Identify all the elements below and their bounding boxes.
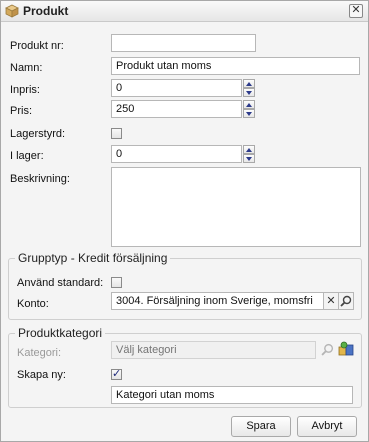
pris-label: Pris:: [10, 105, 32, 117]
inpris-decrement-icon[interactable]: [243, 88, 255, 97]
i-lager-decrement-icon[interactable]: [243, 154, 255, 163]
inpris-stepper[interactable]: [243, 79, 255, 97]
skapa-ny-checkbox[interactable]: [111, 367, 122, 380]
lagerstyrd-label: Lagerstyrd:: [10, 128, 66, 140]
pris-input[interactable]: [111, 100, 242, 118]
inpris-increment-icon[interactable]: [243, 79, 255, 88]
dialog-titlebar[interactable]: Produkt ✕: [1, 1, 368, 22]
produkt-nr-label: Produkt nr:: [10, 40, 64, 52]
namn-input[interactable]: [111, 57, 360, 75]
pris-increment-icon[interactable]: [243, 100, 255, 109]
konto-input[interactable]: [111, 292, 324, 310]
lagerstyrd-checkbox[interactable]: [111, 128, 122, 139]
namn-label: Namn:: [10, 62, 43, 74]
pris-stepper[interactable]: [243, 100, 255, 118]
konto-search-icon[interactable]: [338, 292, 354, 310]
box-icon: [5, 4, 19, 18]
pris-decrement-icon[interactable]: [243, 109, 255, 118]
i-lager-stepper[interactable]: [243, 145, 255, 163]
anvand-standard-label: Använd standard:: [17, 277, 104, 289]
produktkategori-legend: Produktkategori: [15, 326, 106, 340]
save-button[interactable]: Spara: [231, 416, 291, 437]
inpris-input[interactable]: [111, 79, 242, 97]
ny-kategori-input[interactable]: [111, 386, 353, 404]
inpris-label: Inpris:: [10, 84, 40, 96]
cancel-button[interactable]: Avbryt: [297, 416, 357, 437]
i-lager-increment-icon[interactable]: [243, 145, 255, 154]
beskrivning-label: Beskrivning:: [10, 173, 70, 185]
i-lager-label: I lager:: [10, 150, 44, 162]
anvand-standard-checkbox[interactable]: [111, 277, 122, 288]
skapa-ny-label: Skapa ny:: [17, 369, 66, 381]
kategori-label: Kategori:: [17, 347, 62, 359]
kategori-select[interactable]: [111, 341, 316, 359]
close-icon[interactable]: ✕: [349, 4, 363, 18]
dialog-title: Produkt: [23, 4, 69, 18]
konto-label: Konto:: [17, 298, 49, 310]
kategori-search-icon[interactable]: [321, 343, 334, 359]
konto-clear-icon[interactable]: ✕: [323, 292, 339, 310]
grupptyp-legend: Grupptyp - Kredit försäljning: [15, 251, 171, 265]
grupptyp-group: [8, 258, 362, 320]
i-lager-input[interactable]: [111, 145, 242, 163]
produkt-nr-input[interactable]: [111, 34, 256, 52]
add-category-icon[interactable]: [338, 341, 354, 360]
product-dialog: Produkt ✕ Produkt nr: Namn: Inpris: Pris…: [0, 0, 369, 442]
beskrivning-textarea[interactable]: [111, 167, 361, 247]
